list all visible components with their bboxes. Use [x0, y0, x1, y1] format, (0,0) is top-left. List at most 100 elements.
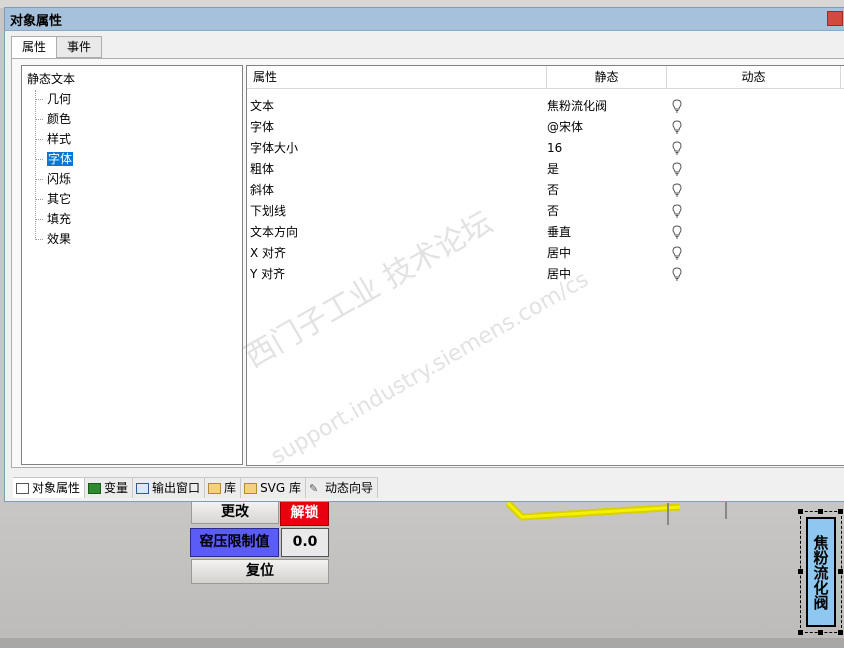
- lightbulb-icon[interactable]: [672, 246, 682, 260]
- lightbulb-icon[interactable]: [672, 99, 682, 113]
- lightbulb-icon[interactable]: [672, 183, 682, 197]
- property-name: 文本: [250, 99, 275, 113]
- property-name: 字体大小: [250, 141, 299, 155]
- property-name: Y 对齐: [250, 267, 286, 281]
- tree-root-static-text[interactable]: 静态文本: [27, 69, 75, 89]
- kiln-pressure-limit-value[interactable]: 0.0: [281, 528, 329, 557]
- property-name: 斜体: [250, 183, 275, 197]
- bottom-tab-svg-library[interactable]: SVG 库: [241, 478, 307, 498]
- header-static[interactable]: 静态: [547, 66, 667, 88]
- tree-tick: [35, 119, 43, 120]
- tree-tick: [35, 159, 43, 160]
- bottom-tab-dynamic-wizard[interactable]: ✎ 动态向导: [306, 478, 379, 498]
- lightbulb-icon[interactable]: [672, 141, 682, 155]
- lightbulb-icon[interactable]: [672, 267, 682, 281]
- bottom-tab-label: 输出窗口: [152, 480, 201, 495]
- bottom-tab-bar: 对象属性 变量 输出窗口 库 SVG 库 ✎ 动态向导: [13, 477, 379, 498]
- properties-icon: [16, 482, 29, 494]
- bottom-tab-output-window[interactable]: 输出窗口: [133, 478, 206, 498]
- tree-item-label: 其它: [47, 192, 72, 206]
- lightbulb-icon[interactable]: [672, 162, 682, 176]
- tree-tick: [35, 99, 43, 100]
- lightbulb-icon[interactable]: [672, 120, 682, 134]
- tab-events[interactable]: 事件: [56, 36, 103, 58]
- property-static-value[interactable]: 否: [547, 180, 559, 201]
- dialog-title: 对象属性: [10, 13, 63, 29]
- property-name: 字体: [250, 120, 275, 134]
- header-dynamic[interactable]: 动态: [667, 66, 841, 88]
- resize-handle-r[interactable]: [838, 569, 843, 574]
- bottom-tab-tags[interactable]: 变量: [85, 478, 134, 498]
- property-row[interactable]: 字体大小 16: [247, 138, 844, 159]
- resize-handle-tr[interactable]: [838, 509, 843, 514]
- canvas-bottom-strip: [0, 638, 844, 648]
- resize-handle-br[interactable]: [838, 630, 843, 635]
- grid-header: 属性 静态 动态: [247, 66, 844, 89]
- valve-text-label: 焦粉流化阀: [811, 534, 830, 610]
- tree-tick: [35, 139, 43, 140]
- bottom-tab-label: 库: [224, 480, 237, 495]
- lightbulb-icon[interactable]: [672, 225, 682, 239]
- reset-button[interactable]: 复位: [191, 559, 329, 584]
- tree-item-label: 样式: [47, 132, 72, 146]
- property-row[interactable]: 下划线 否: [247, 201, 844, 222]
- static-text-valve[interactable]: 焦粉流化阀: [806, 517, 836, 627]
- kiln-pressure-limit-label: 窑压限制值: [190, 528, 279, 557]
- object-properties-dialog: 对象属性 属性 事件 静态文本 几何 颜色 样式 字体 闪烁 其它 填充 效果 …: [4, 7, 844, 502]
- resize-handle-t[interactable]: [818, 509, 823, 514]
- property-static-value[interactable]: @宋体: [547, 117, 583, 138]
- tab-properties[interactable]: 属性: [11, 36, 58, 59]
- tree-tick: [35, 179, 43, 180]
- tree-item-label: 几何: [47, 92, 72, 106]
- property-row[interactable]: 斜体 否: [247, 180, 844, 201]
- unlock-button[interactable]: 解锁: [280, 500, 329, 526]
- property-row[interactable]: 文本方向 垂直: [247, 222, 844, 243]
- resize-handle-b[interactable]: [818, 630, 823, 635]
- property-row[interactable]: 文本 焦粉流化阀: [247, 96, 844, 117]
- tree-item-geometry[interactable]: 几何: [45, 89, 73, 109]
- resize-handle-tl[interactable]: [798, 509, 803, 514]
- dialog-titlebar[interactable]: 对象属性: [5, 8, 844, 31]
- property-static-value[interactable]: 垂直: [547, 222, 571, 243]
- tree-tick: [35, 239, 43, 240]
- tree-tick: [35, 219, 43, 220]
- tree-item-font[interactable]: 字体: [45, 149, 75, 169]
- yellow-pipe-graphic: [505, 500, 727, 525]
- property-row[interactable]: X 对齐 居中: [247, 243, 844, 264]
- tree-item-label: 填充: [47, 212, 72, 226]
- tree-connector: [35, 90, 36, 238]
- property-name: X 对齐: [250, 246, 287, 260]
- bottom-tab-object-properties[interactable]: 对象属性: [13, 478, 86, 498]
- close-button[interactable]: [827, 11, 843, 26]
- bottom-tab-label: 对象属性: [32, 480, 81, 495]
- tree-item-colors[interactable]: 颜色: [45, 109, 73, 129]
- wand-icon: ✎: [309, 481, 319, 495]
- property-static-value[interactable]: 焦粉流化阀: [547, 96, 607, 117]
- resize-handle-bl[interactable]: [798, 630, 803, 635]
- property-name: 粗体: [250, 162, 275, 176]
- property-row[interactable]: 字体 @宋体: [247, 117, 844, 138]
- resize-handle-l[interactable]: [798, 569, 803, 574]
- property-static-value[interactable]: 是: [547, 159, 559, 180]
- tree-item-label: 字体: [47, 152, 74, 166]
- lightbulb-icon[interactable]: [672, 204, 682, 218]
- tree-item-effects[interactable]: 效果: [45, 229, 73, 249]
- tree-item-style[interactable]: 样式: [45, 129, 73, 149]
- property-row[interactable]: 粗体 是: [247, 159, 844, 180]
- properties-grid: 属性 静态 动态 文本 焦粉流化阀 字体 @宋体 字体大小 16 粗体是斜体否下划线否文本方…: [246, 65, 844, 466]
- tree-item-label: 闪烁: [47, 172, 72, 186]
- property-name: 文本方向: [250, 225, 299, 239]
- tree-tick: [35, 199, 43, 200]
- property-static-value[interactable]: 16: [547, 138, 562, 159]
- change-button[interactable]: 更改: [191, 500, 279, 524]
- property-static-value[interactable]: 居中: [547, 243, 571, 264]
- bottom-tab-label: 变量: [104, 480, 129, 495]
- output-window-icon: [136, 482, 150, 494]
- property-static-value[interactable]: 否: [547, 201, 559, 222]
- header-property[interactable]: 属性: [247, 66, 547, 88]
- bottom-tab-library[interactable]: 库: [205, 478, 242, 498]
- tree-item-filling[interactable]: 填充: [45, 209, 73, 229]
- bottom-tab-label: SVG 库: [260, 480, 302, 495]
- tree-item-miscellaneous[interactable]: 其它: [45, 189, 73, 209]
- tree-item-flashing[interactable]: 闪烁: [45, 169, 73, 189]
